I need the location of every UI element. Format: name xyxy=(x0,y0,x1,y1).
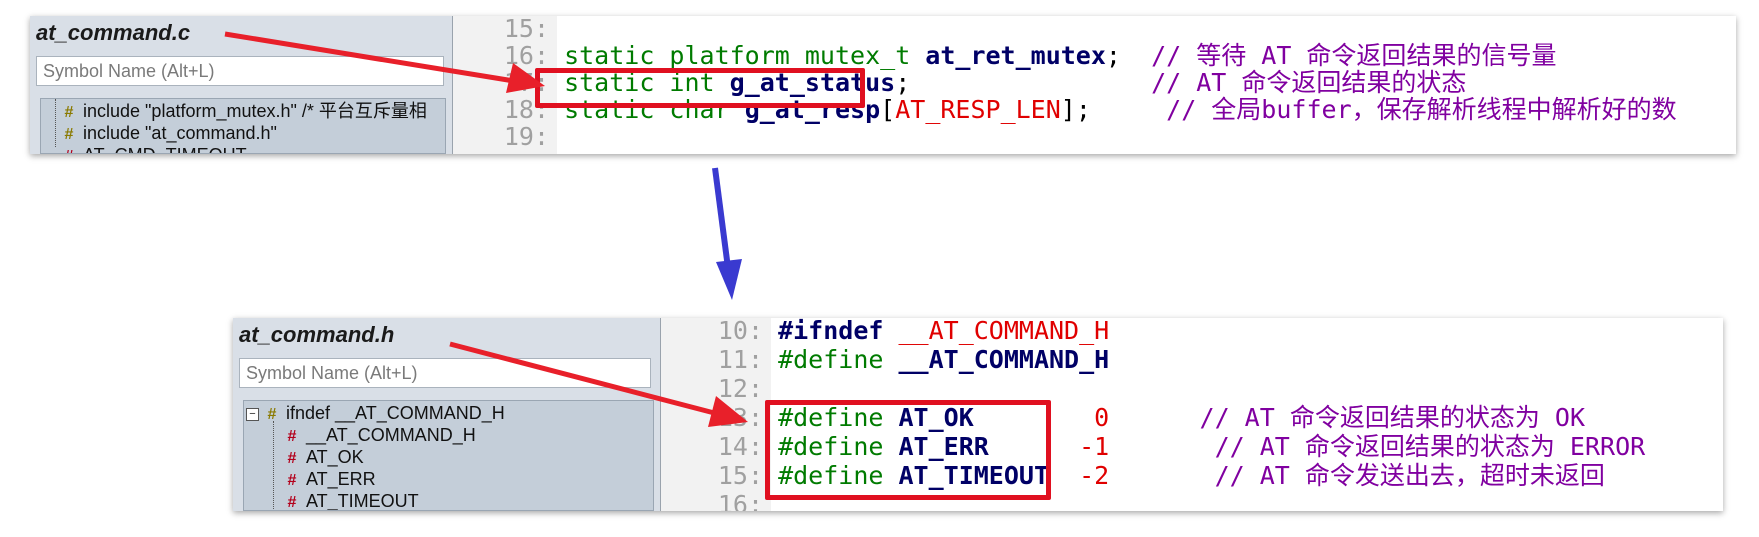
red-arrow-bottom xyxy=(449,341,748,427)
red-arrow-top xyxy=(224,31,545,93)
blue-arrow-down xyxy=(712,167,742,300)
annotation-arrows xyxy=(224,31,748,427)
